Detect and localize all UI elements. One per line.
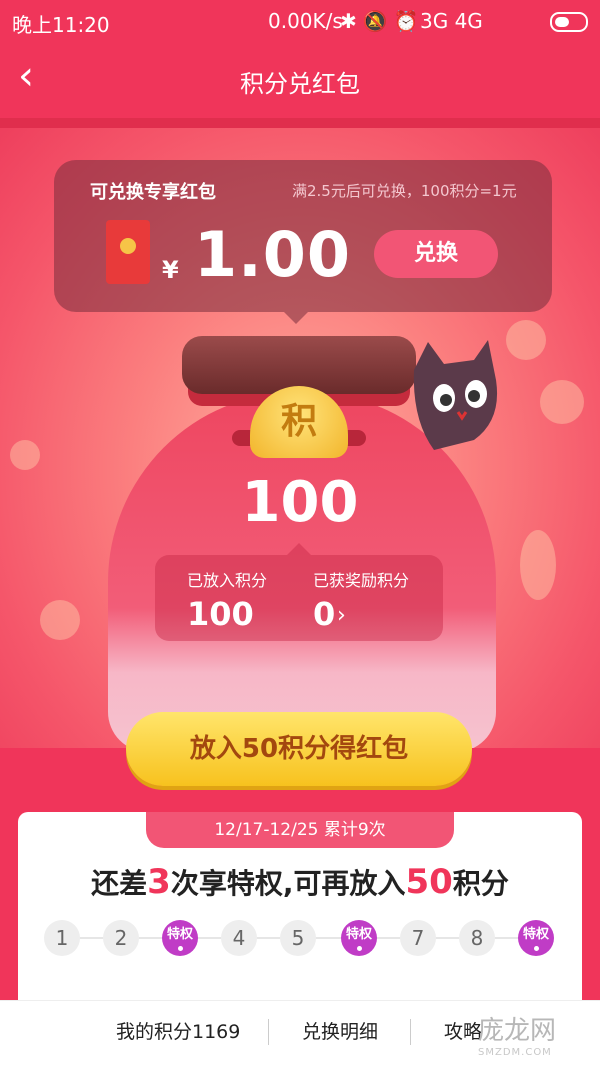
watermark-text: 庞龙网: [478, 1016, 557, 1046]
remaining-times: 3: [147, 862, 171, 902]
exchange-button[interactable]: 兑换: [374, 230, 498, 278]
status-time: 晚上11:20: [12, 13, 110, 37]
rewarded-points-label[interactable]: 已获奖励积分: [313, 567, 409, 591]
step-1: 1: [44, 920, 80, 956]
tab-my-points[interactable]: 我的积分1169: [116, 1017, 240, 1044]
card-pointer: [284, 312, 308, 324]
currency-symbol: ¥: [162, 256, 179, 284]
nav-bar: ‹ 积分兑红包: [0, 42, 600, 118]
privilege-step-9: 特权: [518, 920, 554, 956]
progress-message: 还差3次享特权,可再放入50积分: [0, 862, 600, 902]
step-8: 8: [459, 920, 495, 956]
progress-text-before: 还差: [91, 867, 148, 900]
deposited-points-value: 100: [187, 595, 254, 633]
tmall-cat-icon: [413, 340, 498, 450]
period-tag: 12/17-12/25 累计9次: [146, 812, 454, 848]
progress-text-after: 积分: [452, 867, 509, 900]
exchange-card-title: 可兑换专享红包: [90, 182, 216, 203]
privilege-step-6: 特权: [341, 920, 377, 956]
decorative-coin: [10, 440, 40, 470]
tab-guide[interactable]: 攻略: [444, 1017, 482, 1044]
status-bar: 晚上11:20 0.00K/s ✱🔕⏰ 3G 4G: [0, 0, 600, 42]
deposit-points-button[interactable]: 放入50积分得红包: [126, 712, 472, 786]
exchange-rule-note: 满2.5元后可兑换，100积分=1元: [292, 182, 517, 200]
decorative-coin: [506, 320, 546, 360]
deposited-points-label: 已放入积分: [187, 571, 268, 590]
nav-divider: [0, 118, 600, 128]
rewarded-points-value[interactable]: 0: [313, 595, 335, 633]
progress-text-middle: 次享特权,可再放入: [170, 867, 406, 900]
step-2: 2: [103, 920, 139, 956]
step-7: 7: [400, 920, 436, 956]
page-title: 积分兑红包: [240, 70, 360, 98]
exchange-card: 可兑换专享红包 满2.5元后可兑换，100积分=1元 ¥ 1.00 兑换: [54, 160, 552, 324]
step-5: 5: [280, 920, 316, 956]
tab-exchange-details[interactable]: 兑换明细: [302, 1017, 378, 1044]
red-envelope-icon: [106, 220, 150, 284]
remaining-points: 50: [405, 862, 453, 902]
decorative-coin: [520, 530, 556, 600]
watermark-logo: 庞龙网 SMZDM.COM: [478, 1010, 556, 1058]
tab-divider: [268, 1019, 269, 1045]
decorative-coin: [40, 600, 80, 640]
jar-points-total: 100: [241, 470, 359, 535]
envelope-amount: 1.00: [194, 218, 351, 291]
watermark-sub: SMZDM.COM: [478, 1047, 552, 1058]
battery-icon: [550, 12, 588, 32]
status-icons: ✱🔕⏰: [340, 9, 425, 33]
decorative-coin: [540, 380, 584, 424]
signal-label: 3G 4G: [420, 9, 483, 33]
privilege-step-3: 特权: [162, 920, 198, 956]
network-speed: 0.00K/s: [268, 9, 343, 33]
stats-pointer: [287, 543, 311, 555]
points-stats: 已放入积分 100 已获奖励积分 0 ›: [155, 543, 443, 641]
tab-divider: [410, 1019, 411, 1045]
step-4: 4: [221, 920, 257, 956]
chevron-right-icon[interactable]: ›: [337, 603, 346, 628]
